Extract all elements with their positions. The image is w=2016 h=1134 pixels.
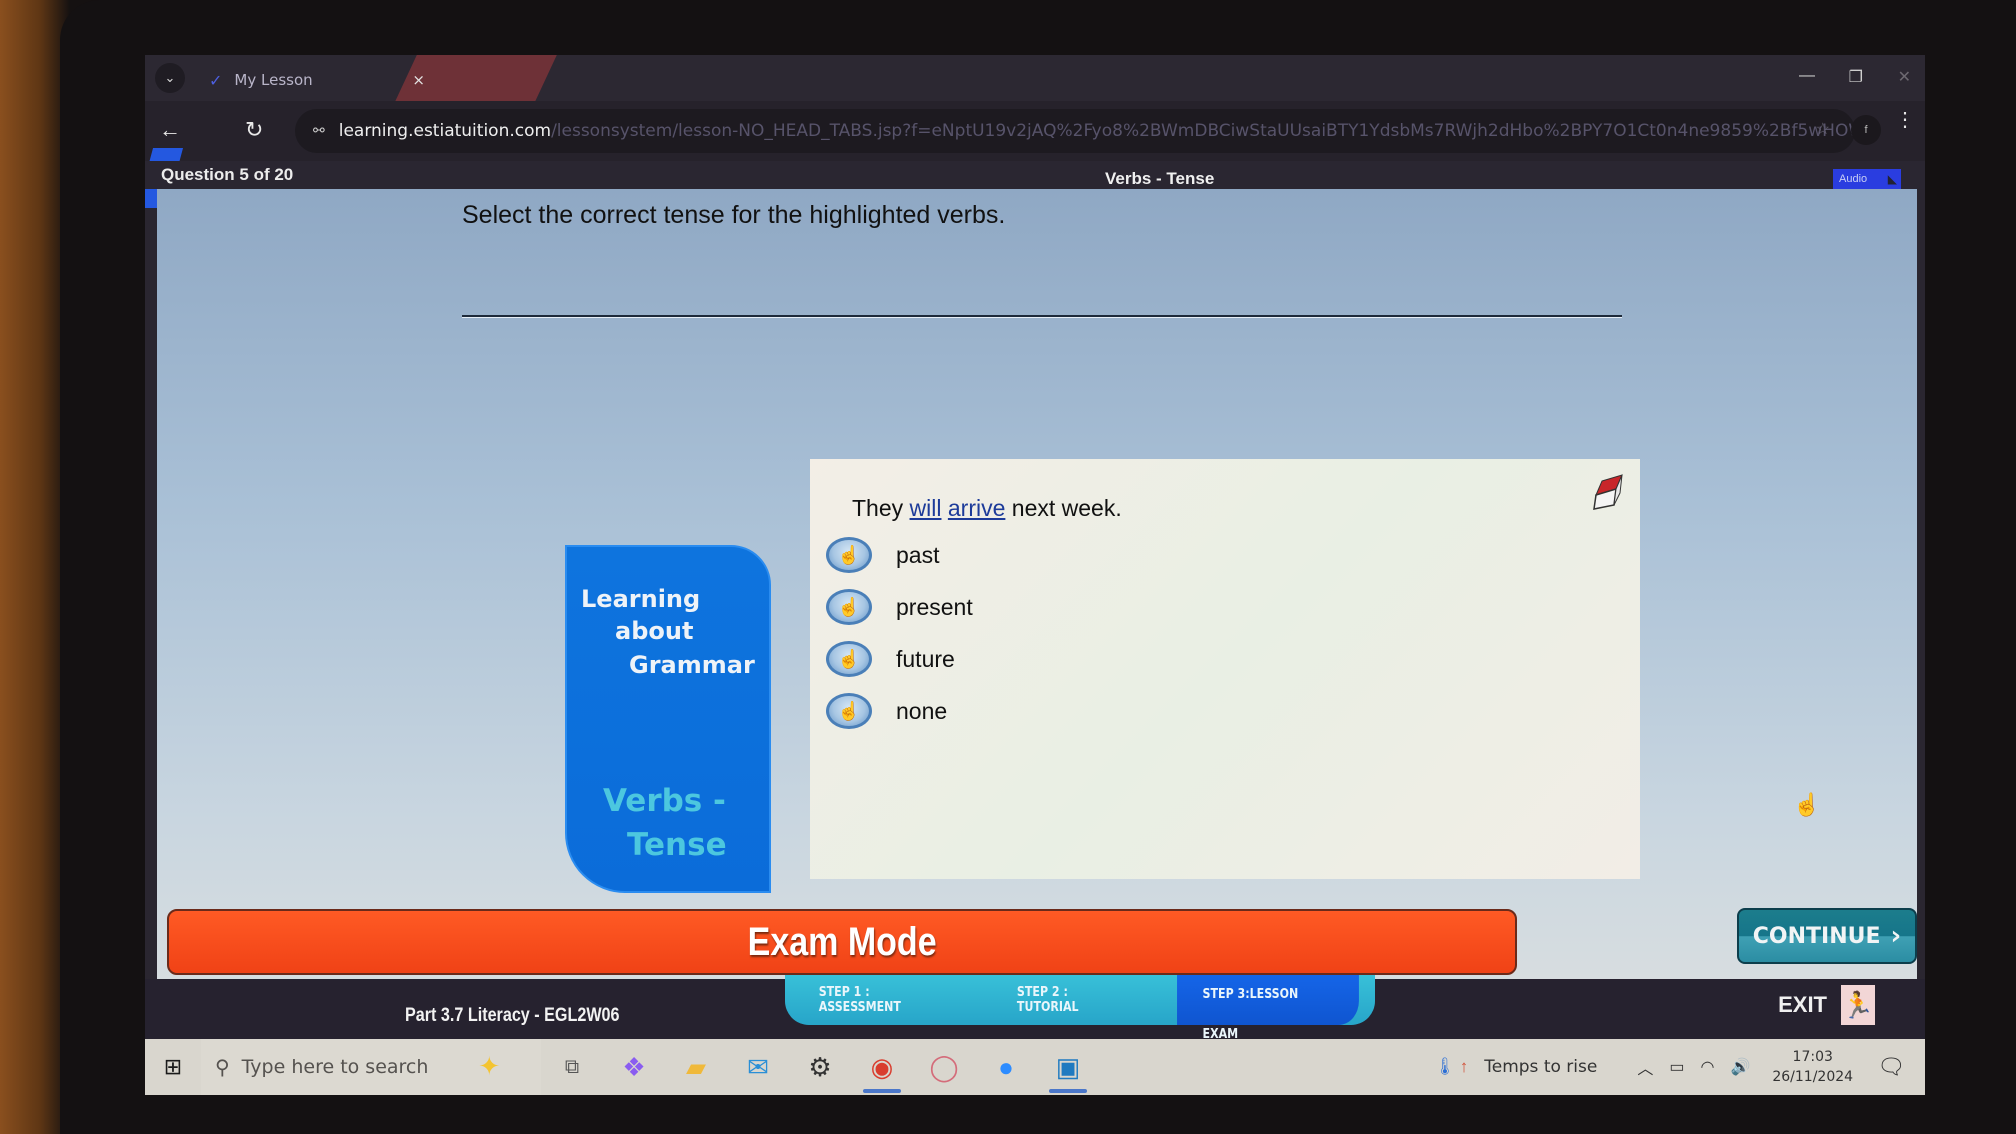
- answer-option-present[interactable]: ☝ present: [826, 581, 973, 633]
- kebab-menu-icon[interactable]: ⋮: [1895, 110, 1915, 130]
- sparkle-icon: ✦: [478, 1052, 501, 1082]
- volume-icon[interactable]: 🔊: [1730, 1057, 1750, 1077]
- highlighted-verb: will: [909, 495, 942, 521]
- sentence-text: next week.: [1005, 495, 1122, 521]
- sentence-text: They: [852, 495, 910, 521]
- answer-option-none[interactable]: ☝ none: [826, 685, 973, 737]
- search-icon: ⚲: [215, 1055, 230, 1079]
- task-view-icon[interactable]: ⧉: [541, 1039, 603, 1095]
- continue-button[interactable]: CONTINUE ›: [1737, 908, 1917, 964]
- browser-tabstrip: ⌄ ✓ My Lesson × — ❐ ✕: [145, 55, 1925, 170]
- audio-label: Audio: [1839, 173, 1868, 185]
- audio-button[interactable]: Audio ◣: [1833, 169, 1901, 189]
- banner-topic: Tense: [627, 827, 727, 863]
- close-icon[interactable]: ✕: [1898, 67, 1911, 87]
- pointing-hand-icon[interactable]: ☝: [826, 641, 872, 677]
- exit-button[interactable]: EXIT 🏃: [1778, 985, 1875, 1025]
- answer-options: ☝ past ☝ present ☝ future ☝ none: [826, 529, 973, 737]
- chrome-icon[interactable]: ◉: [851, 1039, 913, 1095]
- windows-taskbar: ⊞ ⚲ Type here to search ✦ ⧉ ❖ ▰ ✉ ⚙ ◉ ◯ …: [145, 1039, 1925, 1095]
- option-label: present: [896, 593, 973, 620]
- running-man-exit-icon: 🏃: [1841, 985, 1875, 1025]
- question-sentence: They will arrive next week.: [852, 495, 1122, 522]
- question-counter: Question 5 of 20: [161, 165, 294, 184]
- continue-label: CONTINUE: [1752, 923, 1881, 949]
- step-tabs: STEP 1 : ASSESSMENT STEP 2 : TUTORIAL ST…: [785, 975, 1375, 1042]
- taskbar-search-box[interactable]: ⚲ Type here to search ✦: [201, 1039, 541, 1095]
- settings-gear-icon[interactable]: ⚙: [789, 1039, 851, 1095]
- back-arrow-icon[interactable]: ←: [159, 117, 181, 143]
- browser-tab[interactable]: ✓ My Lesson ×: [195, 59, 425, 101]
- topic-banner: Learning about Grammar Verbs - Tense: [565, 545, 771, 893]
- browser-toolbar: ← ↻ ⚯ learning.estiatuition.com /lessons…: [145, 101, 1925, 208]
- tab-search-button[interactable]: ⌄: [155, 63, 185, 93]
- site-settings-icon[interactable]: ⚯: [313, 123, 325, 139]
- camera-icon[interactable]: ▭: [1669, 1057, 1684, 1077]
- opera-icon[interactable]: ◯: [913, 1039, 975, 1095]
- tab-favicon-check-icon: ✓: [209, 70, 223, 90]
- tab-title: My Lesson: [234, 71, 313, 89]
- thermometer-icon: 🌡: [1434, 1057, 1456, 1076]
- lesson-content: Select the correct tense for the highlig…: [157, 189, 1917, 979]
- url-host: learning.estiatuition.com: [338, 121, 552, 141]
- question-instructions: Select the correct tense for the highlig…: [462, 201, 1006, 229]
- tab-close-icon[interactable]: ×: [412, 71, 425, 89]
- screen: ⌄ ✓ My Lesson × — ❐ ✕ ← ↻ ⚯ learning.est…: [145, 55, 1925, 1095]
- step-tab-lesson-exam[interactable]: STEP 3:LESSON EXAM: [1177, 975, 1359, 1042]
- address-bar[interactable]: ⚯ learning.estiatuition.com /lessonsyste…: [295, 109, 1855, 153]
- windows-start-icon[interactable]: ⊞: [145, 1039, 201, 1095]
- chevron-right-icon: ›: [1890, 921, 1902, 951]
- mouse-cursor-hand-icon: ☝: [1793, 792, 1821, 817]
- reload-icon[interactable]: ↻: [245, 117, 263, 143]
- clock-date: 26/11/2024: [1772, 1069, 1854, 1085]
- chevron-up-icon[interactable]: ︿: [1637, 1055, 1653, 1079]
- option-label: past: [896, 541, 940, 568]
- step-tab-tutorial[interactable]: STEP 2 : TUTORIAL: [998, 985, 1148, 1015]
- highlighted-verb: arrive: [947, 495, 1006, 521]
- lesson-title: Verbs - Tense: [1105, 169, 1215, 188]
- zoom-icon[interactable]: ●: [975, 1039, 1037, 1095]
- divider: [462, 315, 1622, 317]
- pointing-hand-icon[interactable]: ☝: [826, 693, 872, 729]
- pointing-hand-icon[interactable]: ☝: [826, 589, 872, 625]
- speaker-icon: ◣: [1887, 172, 1897, 186]
- option-label: future: [896, 645, 955, 672]
- banner-line: Learning: [581, 585, 701, 613]
- course-label: Part 3.7 Literacy - EGL2W06: [405, 1005, 620, 1026]
- restore-icon[interactable]: ❐: [1849, 67, 1863, 87]
- arrow-up-icon: ↑: [1459, 1057, 1469, 1076]
- banner-topic: Verbs -: [603, 783, 726, 819]
- exit-label: EXIT: [1778, 992, 1827, 1017]
- lesson-footer: Part 3.7 Literacy - EGL2W06 STEP 1 : ASS…: [145, 975, 1925, 1042]
- notification-icon[interactable]: 🗨: [1877, 1054, 1905, 1080]
- exam-mode-banner: Exam Mode: [167, 909, 1517, 975]
- profile-avatar[interactable]: f: [1851, 115, 1881, 145]
- minimize-icon[interactable]: —: [1799, 67, 1815, 85]
- mail-icon[interactable]: ✉: [727, 1039, 789, 1095]
- chevron-down-icon: ⌄: [164, 70, 176, 85]
- lesson-header: Question 5 of 20 Verbs - Tense Audio ◣: [145, 161, 1925, 189]
- question-card: They will arrive next week. ☝ past ☝ pre…: [810, 459, 1640, 879]
- step-tab-assessment[interactable]: STEP 1 : ASSESSMENT: [800, 985, 970, 1015]
- eraser-icon[interactable]: [1588, 471, 1628, 511]
- copilot-icon[interactable]: ❖: [603, 1039, 665, 1095]
- file-explorer-icon[interactable]: ▰: [665, 1039, 727, 1095]
- bookmark-star-icon[interactable]: ☆: [1816, 119, 1830, 139]
- pointing-hand-icon[interactable]: ☝: [826, 537, 872, 573]
- answer-option-past[interactable]: ☝ past: [826, 529, 973, 581]
- remote-app-icon[interactable]: ▣: [1037, 1039, 1099, 1095]
- clock[interactable]: 17:03 26/11/2024: [1772, 1047, 1853, 1087]
- wifi-icon[interactable]: ◠: [1700, 1057, 1714, 1077]
- clock-time: 17:03: [1792, 1049, 1833, 1065]
- answer-option-future[interactable]: ☝ future: [826, 633, 973, 685]
- system-tray: 🌡 ↑ Temps to rise ︿ ▭ ◠ 🔊 17:03 26/11/20…: [1434, 1039, 1905, 1095]
- exam-mode-label: Exam Mode: [747, 919, 937, 964]
- option-label: none: [896, 697, 948, 724]
- weather-text[interactable]: Temps to rise: [1484, 1057, 1597, 1077]
- banner-line: about: [615, 617, 694, 645]
- banner-line: Grammar: [629, 651, 755, 679]
- search-placeholder: Type here to search: [241, 1056, 429, 1078]
- url-path: /lessonsystem/lesson-NO_HEAD_TABS.jsp?f=…: [551, 121, 1855, 141]
